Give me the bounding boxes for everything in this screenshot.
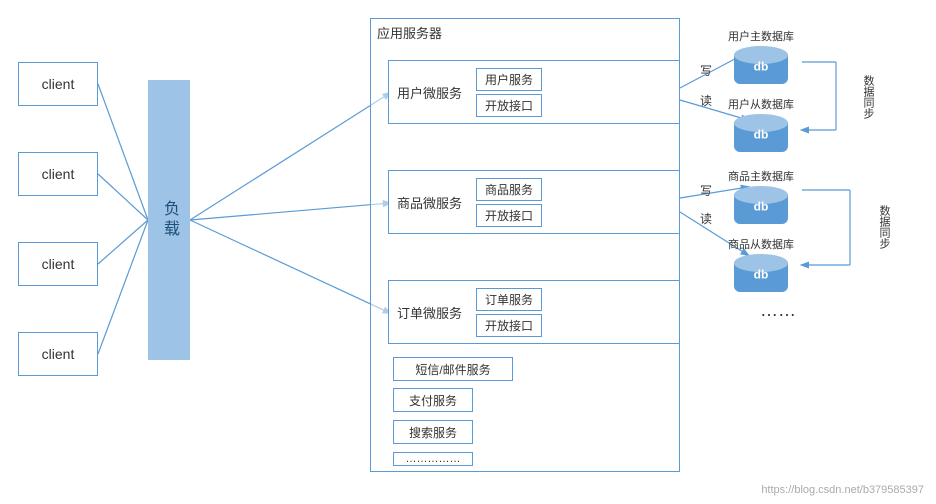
order-service-item-1: 订单服务 bbox=[476, 288, 542, 311]
product-main-db-label: 商品主数据库 bbox=[728, 168, 794, 184]
product-service-item-1: 商品服务 bbox=[476, 178, 542, 201]
read-label-2: 读 bbox=[700, 210, 712, 227]
order-service-stack: 订单服务 开放接口 bbox=[470, 284, 548, 341]
order-micro-service: 订单微服务 订单服务 开放接口 bbox=[388, 280, 680, 344]
user-slave-db-text: db bbox=[754, 127, 769, 141]
product-micro-service: 商品微服务 商品服务 开放接口 bbox=[388, 170, 680, 234]
diagram: client client client client 负载 应用服务器 用户微… bbox=[0, 0, 936, 504]
client-box-4: client bbox=[18, 332, 98, 376]
write-label-2: 写 bbox=[700, 182, 712, 199]
sms-service: 短信/邮件服务 bbox=[393, 357, 513, 381]
user-main-db: 用户主数据库 db bbox=[728, 28, 794, 84]
user-slave-db-cylinder: db bbox=[734, 114, 788, 152]
product-main-db-text: db bbox=[754, 199, 769, 213]
user-slave-db: 用户从数据库 db bbox=[728, 96, 794, 152]
order-service-item-2: 开放接口 bbox=[476, 314, 542, 337]
client-box-2: client bbox=[18, 152, 98, 196]
user-service-item-1: 用户服务 bbox=[476, 68, 542, 91]
more-services: …………… bbox=[393, 452, 473, 466]
user-main-db-label: 用户主数据库 bbox=[728, 28, 794, 44]
product-service-item-2: 开放接口 bbox=[476, 204, 542, 227]
product-slave-db-text: db bbox=[754, 267, 769, 281]
write-label-1: 写 bbox=[700, 62, 712, 79]
product-main-db-cylinder: db bbox=[734, 186, 788, 224]
datasync-label-1: 数据同步 bbox=[860, 75, 876, 119]
read-label-1: 读 bbox=[700, 92, 712, 109]
load-balancer: 负载 bbox=[148, 80, 190, 360]
user-service-stack: 用户服务 开放接口 bbox=[470, 64, 548, 121]
user-main-db-cylinder: db bbox=[734, 46, 788, 84]
user-slave-db-label: 用户从数据库 bbox=[728, 96, 794, 112]
product-main-db: 商品主数据库 db bbox=[728, 168, 794, 224]
user-main-db-text: db bbox=[754, 59, 769, 73]
payment-service: 支付服务 bbox=[393, 388, 473, 412]
product-slave-db: 商品从数据库 db bbox=[728, 236, 794, 292]
more-dots: …… bbox=[760, 300, 796, 321]
search-service: 搜索服务 bbox=[393, 420, 473, 444]
product-slave-db-cylinder: db bbox=[734, 254, 788, 292]
client-box-1: client bbox=[18, 62, 98, 106]
product-slave-db-label: 商品从数据库 bbox=[728, 236, 794, 252]
datasync-label-2: 数据同步 bbox=[876, 205, 892, 249]
watermark: https://blog.csdn.net/b379585397 bbox=[761, 484, 924, 496]
product-micro-label: 商品微服务 bbox=[389, 193, 470, 212]
user-micro-service: 用户微服务 用户服务 开放接口 bbox=[388, 60, 680, 124]
app-server-label: 应用服务器 bbox=[377, 23, 442, 42]
client-box-3: client bbox=[18, 242, 98, 286]
user-service-item-2: 开放接口 bbox=[476, 94, 542, 117]
product-service-stack: 商品服务 开放接口 bbox=[470, 174, 548, 231]
user-micro-label: 用户微服务 bbox=[389, 83, 470, 102]
order-micro-label: 订单微服务 bbox=[389, 303, 470, 322]
